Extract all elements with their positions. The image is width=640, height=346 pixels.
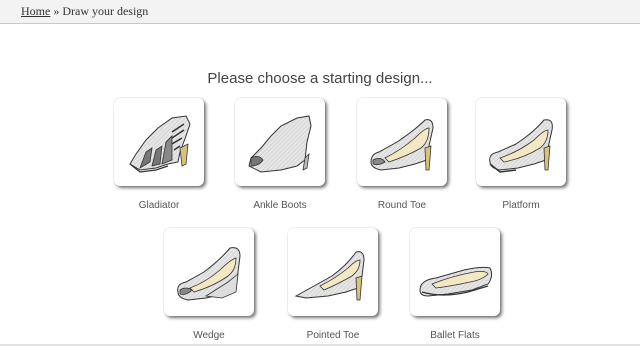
design-label: Wedge xyxy=(193,330,225,341)
ankle-boot-icon xyxy=(248,115,312,173)
design-card[interactable] xyxy=(410,228,500,316)
design-label: Pointed Toe xyxy=(306,330,360,341)
design-label: Ankle Boots xyxy=(253,200,307,211)
breadcrumb-home-link[interactable]: Home xyxy=(21,4,50,18)
breadcrumb-separator: » xyxy=(53,4,60,18)
design-card[interactable] xyxy=(114,98,204,186)
pointed-toe-shoe-icon xyxy=(294,251,365,301)
breadcrumb: Home » Draw your design xyxy=(21,4,148,19)
ballet-flat-icon xyxy=(419,266,493,297)
design-label: Round Toe xyxy=(377,200,427,211)
breadcrumb-current: Draw your design xyxy=(62,4,149,18)
design-card[interactable] xyxy=(288,228,378,316)
design-label: Ballet Flats xyxy=(430,330,480,341)
design-card[interactable] xyxy=(235,98,325,186)
top-bar: Home » Draw your design xyxy=(0,0,640,24)
platform-shoe-icon xyxy=(489,119,553,173)
design-label: Gladiator xyxy=(138,200,180,211)
round-toe-shoe-icon xyxy=(370,119,434,171)
design-card[interactable] xyxy=(476,98,566,186)
gladiator-shoe-icon xyxy=(129,115,191,173)
wedge-shoe-icon xyxy=(177,247,241,301)
design-card[interactable] xyxy=(164,228,254,316)
design-label: Platform xyxy=(502,200,540,211)
design-card[interactable] xyxy=(357,98,447,186)
page-heading: Please choose a starting design... xyxy=(207,70,433,87)
